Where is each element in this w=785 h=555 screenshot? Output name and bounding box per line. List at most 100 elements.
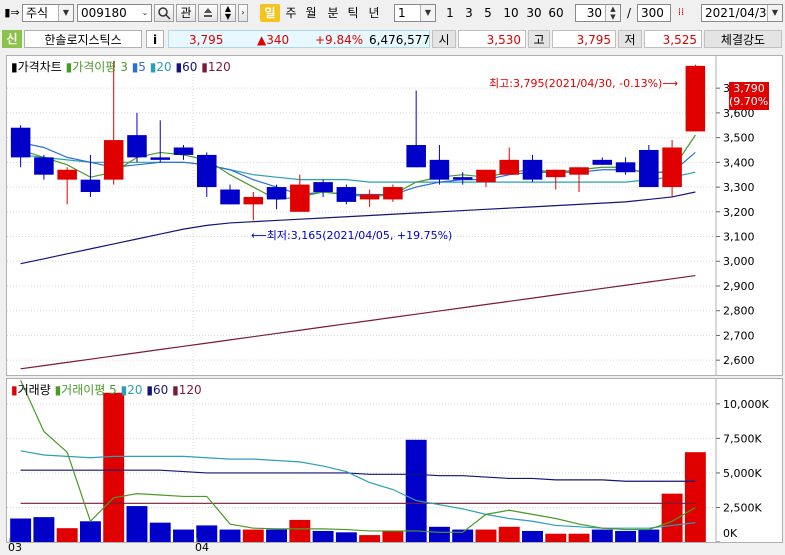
candle-body bbox=[290, 184, 310, 212]
candle-body bbox=[522, 159, 543, 180]
grid-dots-icon[interactable]: ⁞⁞ bbox=[673, 4, 689, 22]
period-week-button[interactable]: 주 bbox=[283, 4, 299, 22]
market-select[interactable]: 주식 ▼ bbox=[22, 4, 74, 22]
info-icon[interactable]: i bbox=[146, 30, 164, 48]
price-tick-label: 3,300 bbox=[723, 181, 755, 194]
price-ma-60[interactable]: 60 bbox=[182, 60, 197, 74]
x-label-04: 04 bbox=[195, 541, 209, 554]
period-minute-button[interactable]: 분 bbox=[325, 4, 341, 22]
slash-label: / bbox=[626, 6, 632, 20]
volume-bar bbox=[684, 452, 706, 542]
new-badge: 신 bbox=[2, 30, 22, 48]
stock-code-value: 009180 bbox=[81, 6, 127, 20]
period-year-button[interactable]: 년 bbox=[366, 4, 382, 22]
price-tick-label: 3,500 bbox=[723, 132, 755, 145]
chevron-down-icon[interactable]: ▼ bbox=[767, 5, 782, 21]
low-label: 저 bbox=[618, 30, 642, 48]
price-ma-120[interactable]: 120 bbox=[208, 60, 231, 74]
market-select-value: 주식 bbox=[26, 6, 49, 20]
up-down-spinner[interactable]: ▲ ▼ bbox=[220, 4, 236, 22]
high-label: 고 bbox=[528, 30, 550, 48]
period-tick-button[interactable]: 틱 bbox=[345, 4, 361, 22]
candle-body bbox=[476, 169, 496, 183]
volume-tick-label: 10,000K bbox=[723, 398, 769, 411]
candle-body bbox=[452, 177, 473, 180]
price-ma120-line bbox=[20, 274, 696, 370]
legend-marker-icon: ▮ bbox=[172, 383, 179, 397]
candle-body bbox=[592, 159, 613, 165]
candle-body bbox=[220, 189, 240, 205]
stock-code-input[interactable]: 009180 ⌄ bbox=[77, 4, 152, 22]
relation-button[interactable]: 관 bbox=[176, 4, 196, 22]
volume-bar bbox=[661, 493, 683, 542]
price-chart: 3,7003,6003,5003,4003,3003,2003,1003,000… bbox=[7, 56, 755, 375]
volume-ma-5[interactable]: 5 bbox=[109, 383, 117, 397]
price-ma-20[interactable]: 20 bbox=[156, 60, 171, 74]
candle-body bbox=[34, 157, 54, 175]
chevron-down-icon[interactable]: ▼ bbox=[58, 5, 73, 21]
quick-unit-10[interactable]: 10 bbox=[500, 4, 522, 22]
candle-body bbox=[336, 187, 357, 202]
scroll-arrow-icon[interactable]: › bbox=[238, 4, 248, 22]
volume-chart-panel[interactable]: 10,000K 7,500K 5,000K 2,500K 0K ▮거래량 ▮거래이평 5… bbox=[6, 378, 783, 543]
display-count-input[interactable]: 30 ▲ ▼ bbox=[575, 4, 621, 22]
period-month-button[interactable]: 월 bbox=[303, 4, 319, 22]
candle-body bbox=[313, 182, 333, 193]
volume-legend-title[interactable]: 거래량 bbox=[18, 383, 51, 397]
price-tick-label: 2,700 bbox=[723, 329, 755, 342]
candle-body bbox=[243, 196, 264, 205]
legend-marker-icon: ▮ bbox=[11, 383, 18, 397]
quick-unit-30[interactable]: 30 bbox=[523, 4, 545, 22]
price-legend-title[interactable]: 가격차트 bbox=[18, 60, 62, 74]
quick-unit-3[interactable]: 3 bbox=[462, 4, 476, 22]
unit-select-value: 1 bbox=[398, 6, 406, 20]
trade-volume: 6,476,577 bbox=[369, 33, 431, 47]
strength-button[interactable]: 체결강도 bbox=[704, 30, 782, 48]
total-count-input[interactable]: 300 bbox=[637, 4, 671, 22]
volume-bar bbox=[103, 392, 125, 542]
candle-body bbox=[103, 140, 124, 180]
search-icon bbox=[158, 7, 171, 20]
volume-bar bbox=[126, 506, 148, 542]
price-tick-label: 2,800 bbox=[723, 305, 755, 318]
price-chart-panel[interactable]: 3,7003,6003,5003,4003,3003,2003,1003,000… bbox=[6, 55, 783, 376]
price-ma-5[interactable]: 5 bbox=[138, 60, 146, 74]
quick-unit-60[interactable]: 60 bbox=[545, 4, 567, 22]
unit-select[interactable]: 1 ▼ bbox=[394, 4, 436, 22]
candle-body bbox=[406, 145, 426, 168]
chevron-down-icon[interactable]: ▼ bbox=[420, 5, 435, 21]
price-ma-label[interactable]: 가격이평 bbox=[72, 60, 116, 74]
price-tick-label: 2,600 bbox=[723, 354, 755, 367]
high-annotation: 최고:3,795(2021/04/30, -0.13%)⟶ bbox=[489, 77, 679, 90]
chart-menu-icon[interactable]: ▮⇒ bbox=[4, 4, 20, 22]
price-ma-3[interactable]: 3 bbox=[120, 60, 128, 74]
legend-marker-icon: ▮ bbox=[201, 60, 208, 74]
period-day-button[interactable]: 일 bbox=[260, 4, 280, 22]
volume-chart: 10,000K7,500K5,000K2,500K0K bbox=[7, 379, 769, 542]
candle-body bbox=[359, 194, 380, 200]
price-tick-label: 3,100 bbox=[723, 231, 755, 244]
quick-unit-5[interactable]: 5 bbox=[481, 4, 495, 22]
volume-ma-label[interactable]: 거래이평 bbox=[61, 383, 105, 397]
volume-tick-label: 7,500K bbox=[723, 432, 762, 445]
candle-body bbox=[266, 187, 287, 200]
candle-body bbox=[569, 167, 589, 175]
candle-body bbox=[173, 147, 194, 155]
save-button[interactable] bbox=[198, 4, 218, 22]
settings-icon bbox=[204, 8, 212, 17]
candle-body bbox=[615, 162, 636, 173]
volume-ma-20[interactable]: 20 bbox=[127, 383, 142, 397]
x-label-03: 03 bbox=[8, 541, 22, 554]
chevron-down-icon[interactable]: ⌄ bbox=[139, 5, 151, 21]
candle-body bbox=[429, 159, 450, 180]
toolbar: ▮⇒ 주식 ▼ 009180 ⌄ 관 ▲ ▼ › 일 주 월 분 틱 년 1 ▼ … bbox=[0, 0, 785, 29]
current-price: 3,795 bbox=[189, 33, 224, 47]
quick-unit-1[interactable]: 1 bbox=[443, 4, 457, 22]
spinner-icon[interactable]: ▲ ▼ bbox=[605, 5, 620, 21]
volume-ma-60[interactable]: 60 bbox=[153, 383, 168, 397]
candle-body bbox=[499, 159, 520, 175]
search-button[interactable] bbox=[154, 4, 174, 22]
price-tick-label: 3,400 bbox=[723, 156, 755, 169]
date-select[interactable]: 2021/04/30 ▼ bbox=[701, 4, 783, 22]
volume-ma-120[interactable]: 120 bbox=[179, 383, 202, 397]
